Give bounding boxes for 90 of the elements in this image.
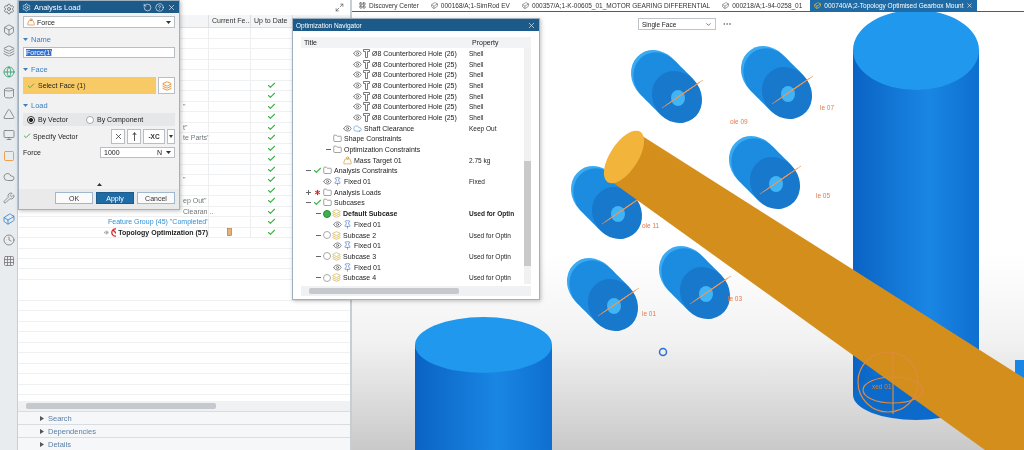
vector-dropdown[interactable] bbox=[167, 128, 175, 144]
part-icon bbox=[521, 2, 529, 9]
caret-icon bbox=[169, 134, 173, 138]
part-icon bbox=[814, 2, 822, 9]
eye-icon bbox=[104, 227, 110, 237]
face-selection-button[interactable] bbox=[158, 77, 175, 94]
vector-dialog-button[interactable] bbox=[111, 128, 125, 144]
clock-icon[interactable] bbox=[2, 234, 15, 246]
cube-icon[interactable] bbox=[2, 24, 15, 36]
pin-icon bbox=[343, 241, 352, 251]
part-icon bbox=[722, 2, 730, 9]
eye-icon bbox=[333, 262, 342, 272]
radio-button[interactable] bbox=[85, 115, 94, 124]
wrench-icon[interactable] bbox=[2, 192, 15, 204]
close-icon[interactable] bbox=[527, 20, 536, 30]
folder-icon bbox=[333, 145, 342, 155]
folder-icon bbox=[323, 187, 332, 197]
layers-icon bbox=[332, 251, 341, 261]
cuboid-icon[interactable] bbox=[2, 213, 15, 225]
globe-icon[interactable] bbox=[2, 66, 15, 78]
no-entry-icon bbox=[111, 227, 117, 237]
radio-button[interactable] bbox=[323, 209, 331, 218]
eye-icon bbox=[353, 91, 362, 101]
close-icon[interactable] bbox=[167, 2, 176, 12]
radio-button[interactable] bbox=[27, 115, 35, 124]
eye-icon bbox=[343, 123, 352, 133]
gear-icon bbox=[22, 2, 31, 12]
collapse-icon[interactable] bbox=[316, 254, 321, 258]
layers-icon[interactable] bbox=[2, 45, 15, 57]
eye-icon bbox=[353, 70, 362, 80]
arrow-icon bbox=[131, 131, 137, 141]
cross-icon bbox=[113, 131, 123, 141]
pin-icon bbox=[343, 219, 352, 229]
pin-icon bbox=[343, 262, 352, 272]
constraint-gizmo bbox=[857, 351, 924, 415]
radio-button[interactable] bbox=[323, 252, 331, 261]
caret-icon bbox=[166, 20, 171, 24]
cylinder-icon[interactable] bbox=[2, 87, 15, 99]
eye-icon bbox=[333, 219, 342, 229]
eye-icon bbox=[353, 59, 362, 69]
collapse-icon[interactable] bbox=[306, 201, 311, 205]
expand-arrow-icon[interactable] bbox=[40, 441, 44, 447]
eye-icon bbox=[333, 241, 342, 251]
folder-icon bbox=[323, 166, 332, 176]
close-icon[interactable] bbox=[966, 2, 974, 9]
pin-icon bbox=[333, 177, 342, 187]
layers-icon bbox=[332, 273, 341, 283]
caret-icon bbox=[705, 20, 712, 28]
eye-icon bbox=[353, 48, 362, 58]
layers-icon bbox=[161, 80, 172, 91]
caret-icon bbox=[166, 150, 171, 154]
origin-marker bbox=[658, 347, 668, 357]
expand-arrow-icon[interactable] bbox=[40, 415, 44, 421]
current-feature-icon bbox=[227, 228, 232, 237]
radio-button[interactable] bbox=[323, 231, 331, 240]
cloud-icon[interactable] bbox=[2, 171, 15, 183]
monitor-icon[interactable] bbox=[2, 129, 15, 141]
layers-icon bbox=[332, 209, 341, 219]
layers-icon bbox=[332, 230, 341, 240]
eye-icon bbox=[353, 112, 362, 122]
help-icon[interactable] bbox=[155, 2, 164, 12]
expand-arrow-icon[interactable] bbox=[40, 428, 44, 434]
maximize-icon bbox=[335, 3, 344, 12]
collapse-icon[interactable] bbox=[306, 169, 311, 173]
collapse-arrow-icon[interactable] bbox=[96, 183, 102, 186]
triangle-icon[interactable] bbox=[2, 108, 15, 120]
expand-icon[interactable] bbox=[306, 189, 311, 195]
cloud-icon bbox=[353, 123, 362, 133]
radio-button[interactable] bbox=[323, 273, 331, 282]
gear-icon[interactable] bbox=[2, 3, 15, 15]
scrollbar[interactable] bbox=[18, 401, 350, 411]
collapse-icon[interactable] bbox=[316, 212, 321, 216]
check-icon bbox=[27, 81, 35, 90]
scrollbar[interactable] bbox=[524, 48, 531, 284]
eye-icon bbox=[323, 177, 332, 187]
force-icon bbox=[27, 18, 35, 26]
vector-button[interactable] bbox=[127, 128, 141, 144]
reset-icon[interactable] bbox=[143, 2, 152, 12]
scrollbar[interactable] bbox=[301, 286, 531, 296]
weight-icon bbox=[343, 155, 352, 165]
grid-icon[interactable] bbox=[2, 255, 15, 267]
folder-icon bbox=[333, 134, 342, 144]
folder-icon bbox=[323, 198, 332, 208]
collapse-icon[interactable] bbox=[316, 276, 321, 280]
collapse-icon[interactable] bbox=[326, 148, 331, 152]
eye-icon bbox=[353, 80, 362, 90]
part-icon bbox=[430, 2, 438, 9]
square-icon[interactable] bbox=[2, 150, 15, 162]
grid-icon bbox=[359, 2, 366, 9]
eye-icon bbox=[353, 102, 362, 112]
